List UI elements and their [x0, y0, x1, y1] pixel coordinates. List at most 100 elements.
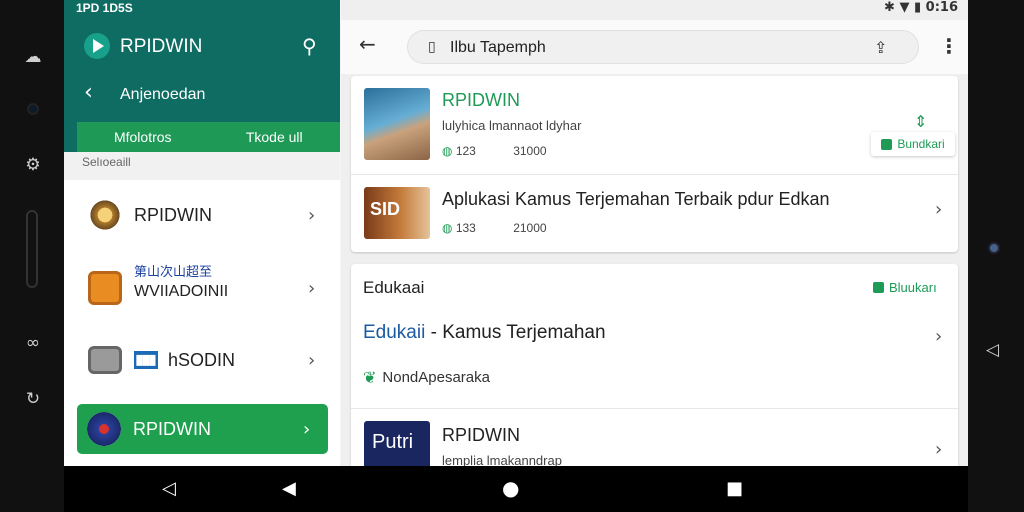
item-name: hSODIN	[168, 349, 236, 370]
status-text: 1PD 1D5S	[76, 1, 133, 15]
download-button[interactable]: Bundkari	[871, 132, 955, 156]
tab-2[interactable]: Tkode ull	[209, 122, 341, 152]
back-arrow-icon[interactable]: ←	[359, 32, 376, 56]
right-panel: ✱ ▼ ▮ 0:16 ← ▯ Ilbu Tapemph ⇪ ⋮ RPIDWIN …	[341, 0, 968, 466]
chevron-right-icon: ›	[935, 199, 943, 220]
card-education: Edukaai Bluukarı Edukaii - Kamus Terjema…	[351, 264, 958, 466]
item-name: RPIDWIN	[133, 418, 211, 439]
back-nav-icon[interactable]: ◁	[162, 478, 176, 499]
tag-row[interactable]: ❦ NondApesaraka	[363, 368, 490, 387]
download-arrow-icon: ⇕	[914, 112, 928, 131]
section-download-button[interactable]: Bluukarı	[873, 280, 937, 295]
link-prefix: Edukaii	[363, 322, 426, 343]
list-item[interactable]: ███ hSODIN ›	[64, 325, 340, 395]
bluetooth-icon: ✱	[884, 0, 895, 15]
app-meta: lulyhica lmannaot ldyhar	[442, 118, 582, 133]
item-name: RPIDWIN	[134, 204, 212, 225]
stat-2: 21000	[513, 221, 547, 235]
refresh-icon[interactable]: ↻	[20, 386, 46, 412]
card-top-apps: RPIDWIN lulyhica lmannaot ldyhar ◍ 123 3…	[351, 76, 958, 252]
item-prefix: 第山次山超至	[134, 264, 213, 279]
back-filled-icon[interactable]: ◀	[282, 478, 296, 499]
app-title: Aplukasi Kamus Terjemahan Terbaik pdur E…	[442, 189, 830, 209]
section-label: Selıoeaill	[82, 155, 131, 169]
rating-icon: ◍	[442, 221, 453, 235]
settings-icon[interactable]: ⚙	[20, 152, 46, 178]
stat-1: 133	[455, 221, 476, 235]
back-triangle-icon[interactable]: ◁	[986, 340, 999, 360]
stat-2: 31000	[513, 144, 547, 158]
download-label: Bundkari	[897, 137, 945, 151]
tab-bar: Mfolotros Tkode ull	[77, 122, 340, 152]
section-button-label: Bluukarı	[889, 280, 937, 295]
app-meta: lemplia lmakanndrap	[442, 453, 562, 466]
item-name: WVIIADOINII	[134, 283, 229, 300]
app-stats: ◍ 123 31000	[442, 144, 547, 158]
app-thumbnail: SID	[364, 187, 430, 239]
rating-icon: ◍	[442, 144, 453, 158]
stat-1: 123	[455, 144, 476, 158]
left-header: 1PD 1D5S RPIDWIN ⚲ ‹ Anjenoedan Mfolotro…	[64, 0, 340, 152]
share-icon[interactable]: ⇪	[874, 38, 887, 57]
cloud-icon[interactable]: ☁	[20, 44, 46, 70]
chevron-right-icon: ›	[935, 326, 943, 347]
device-bezel-right: ◁	[968, 0, 1024, 512]
app-list: RPIDWIN › 第山次山超至 WVIIADOINII › ███ hSODI…	[64, 180, 340, 466]
system-nav-bar: ◁ ◀ ● ■	[64, 466, 968, 512]
app-row[interactable]: Putri RPIDWIN lemplia lmakanndrap ›	[351, 409, 958, 466]
chevron-right-icon: ›	[303, 418, 311, 440]
device-bezel-left: ☁ ⚙ ∞ ↻	[0, 0, 64, 512]
printer-icon	[88, 346, 122, 374]
badge-icon	[88, 198, 122, 232]
app-row[interactable]: RPIDWIN lulyhica lmannaot ldyhar ◍ 123 3…	[351, 76, 958, 174]
list-item[interactable]: 第山次山超至 WVIIADOINII ›	[64, 253, 340, 323]
address-bar[interactable]: ▯ Ilbu Tapemph ⇪	[407, 30, 919, 64]
tag-label: NondApesaraka	[382, 369, 490, 386]
app-stats: ◍ 133 21000	[442, 221, 547, 235]
thumb-label: SID	[370, 199, 401, 219]
subtitle: Anjenoedan	[120, 86, 206, 103]
globe-icon	[87, 412, 121, 446]
page-icon: ▯	[428, 39, 436, 55]
status-right: ✱ ▼ ▮ 0:16	[884, 0, 958, 15]
leaf-icon: ❦	[363, 368, 377, 387]
battery-icon: ▮	[913, 0, 922, 15]
search-icon[interactable]: ⚲	[302, 34, 317, 58]
list-item-active[interactable]: RPIDWIN ›	[77, 404, 328, 454]
list-item[interactable]: RPIDWIN ›	[64, 180, 340, 250]
sensor-dot	[988, 242, 1000, 254]
screen: 1PD 1D5S RPIDWIN ⚲ ‹ Anjenoedan Mfolotro…	[64, 0, 968, 466]
app-row[interactable]: SID Aplukasi Kamus Terjemahan Terbaik pd…	[351, 175, 958, 252]
address-text: Ilbu Tapemph	[450, 39, 546, 56]
back-chevron-icon[interactable]: ‹	[84, 80, 93, 105]
thumb-label: Putri	[372, 431, 414, 453]
front-camera	[27, 103, 39, 115]
link-rest: - Kamus Terjemahan	[425, 322, 606, 343]
section-title: Edukaai	[363, 278, 425, 297]
category-link[interactable]: Edukaii - Kamus Terjemahan	[363, 322, 606, 344]
bag-icon	[873, 282, 884, 293]
wifi-icon: ▼	[899, 0, 910, 15]
chevron-right-icon: ›	[935, 439, 943, 460]
clock: 0:16	[925, 0, 958, 15]
tab-1[interactable]: Mfolotros	[77, 122, 209, 152]
chevron-right-icon: ›	[308, 204, 316, 226]
recents-icon[interactable]: ■	[726, 478, 743, 499]
app-title: RPIDWIN	[120, 36, 203, 57]
home-icon[interactable]: ●	[502, 476, 519, 500]
robot-icon	[88, 271, 122, 305]
app-title: RPIDWIN	[442, 90, 520, 110]
chevron-right-icon: ›	[308, 349, 316, 371]
app-thumbnail: Putri	[364, 421, 430, 466]
side-key	[26, 210, 38, 288]
glasses-icon[interactable]: ∞	[20, 330, 46, 356]
app-logo-icon	[84, 33, 110, 59]
item-badge: ███	[134, 351, 158, 369]
left-panel: 1PD 1D5S RPIDWIN ⚲ ‹ Anjenoedan Mfolotro…	[64, 0, 340, 466]
app-thumbnail	[364, 88, 430, 160]
bag-icon	[881, 138, 893, 150]
more-menu-icon[interactable]: ⋮	[939, 34, 959, 58]
app-title: RPIDWIN	[442, 425, 520, 445]
browser-toolbar: ← ▯ Ilbu Tapemph ⇪ ⋮	[341, 20, 968, 74]
chevron-right-icon: ›	[308, 277, 316, 299]
